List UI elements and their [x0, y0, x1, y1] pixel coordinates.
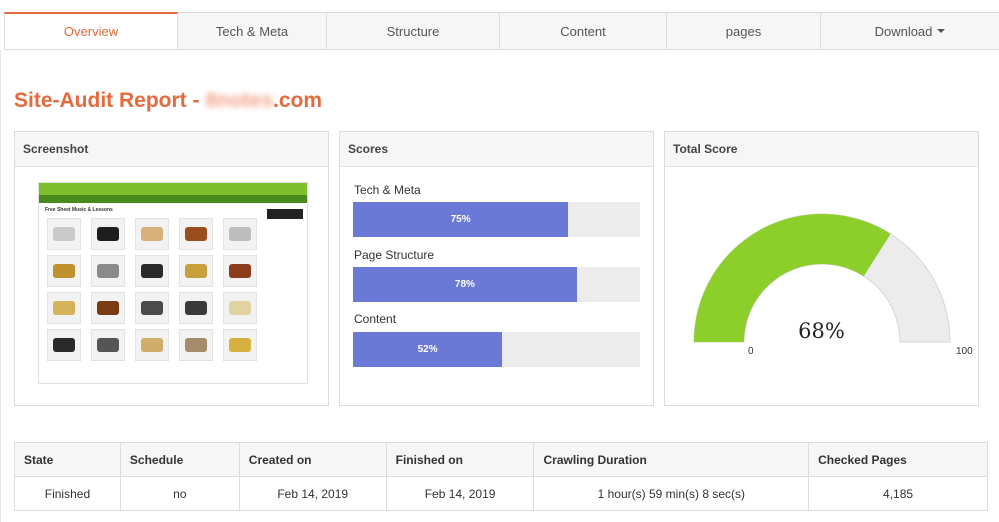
instrument-thumb — [135, 255, 169, 287]
tab-content[interactable]: Content — [500, 12, 667, 50]
table-header-row: State Schedule Created on Finished on Cr… — [14, 442, 988, 477]
thumbnail-badge — [267, 209, 303, 219]
title-prefix: Site-Audit Report - — [14, 89, 206, 112]
panel-heading: Scores — [340, 132, 653, 167]
thumbnail-header — [39, 183, 307, 195]
score-bar-fill: 75% — [353, 202, 569, 237]
tab-tech-meta[interactable]: Tech & Meta — [178, 12, 327, 50]
instrument-thumb — [91, 218, 125, 250]
instrument-thumb — [47, 329, 81, 361]
instrument-thumb — [223, 255, 257, 287]
tab-label: Content — [560, 23, 606, 39]
screenshot-panel: Screenshot Free Sheet Music & Lessons — [14, 131, 329, 406]
thumbnail-nav — [39, 195, 307, 203]
table-header: Finished on — [385, 442, 535, 477]
score-bar-fill: 78% — [353, 267, 577, 302]
score-label-content: Content — [354, 312, 397, 326]
tab-label: pages — [725, 23, 762, 39]
instrument-thumb — [91, 292, 125, 324]
table-cell: Finished — [14, 476, 121, 511]
total-score-value: 68% — [798, 319, 845, 343]
total-score-gauge — [693, 213, 951, 343]
instrument-thumb — [179, 218, 213, 250]
tab-label: Structure — [386, 23, 440, 39]
instrument-thumb — [179, 329, 213, 361]
instrument-thumb — [223, 329, 257, 361]
tab-bar: Overview Tech & Meta Structure Content p… — [4, 12, 999, 50]
score-label-page-structure: Page Structure — [354, 248, 435, 262]
table-header: State — [14, 442, 121, 477]
instrument-thumb — [135, 218, 169, 250]
caret-down-icon — [937, 29, 946, 33]
table-cell: no — [119, 476, 240, 511]
table-cell: Feb 14, 2019 — [238, 476, 387, 511]
page-title: Site-Audit Report - 8notes.com — [14, 89, 322, 113]
panel-heading: Screenshot — [15, 132, 328, 167]
audit-info-table: State Schedule Created on Finished on Cr… — [14, 442, 988, 511]
score-bar-fill: 52% — [353, 332, 503, 367]
table-header: Created on — [238, 442, 387, 477]
tab-pages[interactable]: pages — [667, 12, 821, 50]
instrument-thumb — [135, 329, 169, 361]
instrument-thumb — [91, 255, 125, 287]
table-cell: 1 hour(s) 59 min(s) 8 sec(s) — [533, 476, 810, 511]
score-bar-content: 52% — [353, 332, 640, 367]
table-row: Finished no Feb 14, 2019 Feb 14, 2019 1 … — [14, 476, 988, 511]
instrument-thumb — [47, 255, 81, 287]
panel-heading: Total Score — [665, 132, 978, 167]
instrument-thumb — [223, 218, 257, 250]
instrument-thumb — [91, 329, 125, 361]
table-header: Crawling Duration — [533, 442, 810, 477]
tabs-divider — [4, 49, 999, 50]
instrument-thumb — [179, 292, 213, 324]
tab-download[interactable]: Download — [821, 12, 999, 50]
blurred-domain: 8notes — [205, 89, 274, 112]
gauge-max-label: 100 — [956, 346, 973, 357]
instrument-thumb — [47, 292, 81, 324]
gauge-min-label: 0 — [748, 346, 754, 357]
score-bar-tech-meta: 75% — [353, 202, 640, 237]
tab-label: Tech & Meta — [215, 23, 289, 39]
instrument-thumb — [223, 292, 257, 324]
table-cell: 4,185 — [808, 476, 988, 511]
score-label-tech-meta: Tech & Meta — [354, 183, 421, 197]
instrument-thumb — [47, 218, 81, 250]
table-header: Schedule — [119, 442, 240, 477]
instrument-grid — [39, 215, 307, 364]
tab-label: Download — [874, 23, 933, 39]
site-screenshot-image: Free Sheet Music & Lessons — [38, 182, 308, 384]
tab-structure[interactable]: Structure — [327, 12, 500, 50]
total-score-panel: Total Score 68% 0 100 — [664, 131, 979, 406]
score-bar-page-structure: 78% — [353, 267, 640, 302]
instrument-thumb — [135, 292, 169, 324]
instrument-thumb — [179, 255, 213, 287]
table-cell: Feb 14, 2019 — [385, 476, 535, 511]
content-border — [0, 50, 1, 522]
scores-panel: Scores Tech & Meta 75% Page Structure 78… — [339, 131, 654, 406]
title-domain-suffix: .com — [273, 89, 323, 112]
tab-overview[interactable]: Overview — [4, 12, 178, 50]
tab-label: Overview — [63, 24, 119, 39]
table-header: Checked Pages — [808, 442, 988, 477]
